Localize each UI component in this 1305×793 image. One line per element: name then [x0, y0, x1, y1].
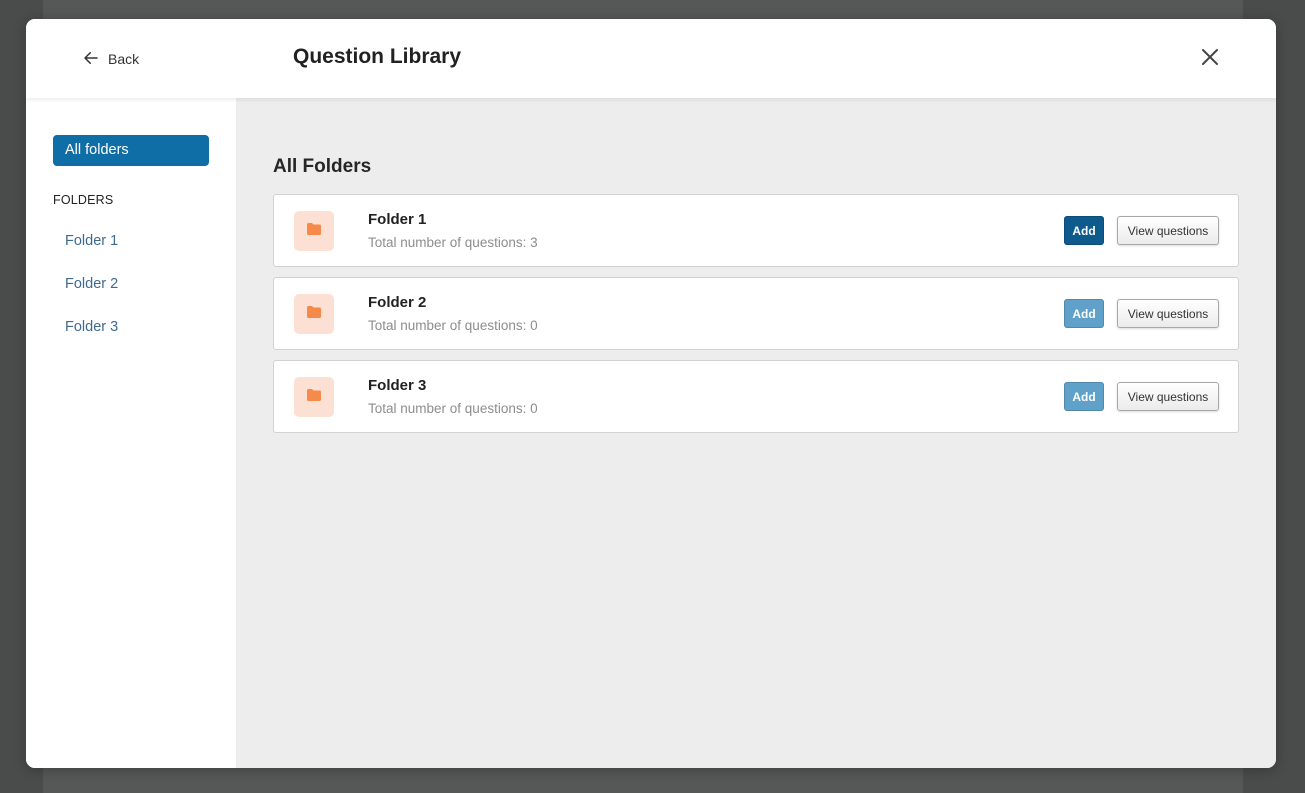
folder-icon	[307, 388, 321, 406]
folder-name: Folder 1	[368, 211, 427, 228]
folder-icon	[307, 305, 321, 323]
page-title: All Folders	[273, 156, 372, 177]
back-label: Back	[108, 51, 140, 67]
folder-name: Folder 3	[368, 377, 427, 394]
folder-name: Folder 2	[368, 294, 427, 311]
folder-icon	[307, 222, 321, 240]
folder-question-count: Total number of questions: 3	[368, 235, 538, 250]
sidebar-item-folder-1[interactable]: Folder 1	[65, 233, 118, 249]
arrow-left-icon	[82, 49, 100, 70]
view-questions-button[interactable]: View questions	[1117, 382, 1219, 411]
folder-question-count: Total number of questions: 0	[368, 401, 538, 416]
main-content: All Folders Folder 1 Total number of que…	[236, 98, 1276, 768]
sidebar-item-folder-2[interactable]: Folder 2	[65, 276, 118, 292]
close-button[interactable]	[1199, 48, 1221, 70]
add-button[interactable]: Add	[1064, 299, 1104, 328]
folder-icon-tile	[294, 377, 334, 417]
folder-card: Folder 1 Total number of questions: 3 Ad…	[273, 194, 1239, 267]
folder-icon-tile	[294, 294, 334, 334]
folder-question-count: Total number of questions: 0	[368, 318, 538, 333]
back-button[interactable]: Back	[82, 47, 139, 71]
add-button[interactable]: Add	[1064, 382, 1104, 411]
view-questions-button[interactable]: View questions	[1117, 216, 1219, 245]
close-icon	[1201, 48, 1219, 71]
folder-icon-tile	[294, 211, 334, 251]
question-library-modal: Back Question Library All folders FOLDER…	[26, 19, 1276, 768]
folder-card: Folder 2 Total number of questions: 0 Ad…	[273, 277, 1239, 350]
sidebar-item-all-folders[interactable]: All folders	[53, 135, 209, 166]
modal-title: Question Library	[293, 45, 462, 68]
folder-card: Folder 3 Total number of questions: 0 Ad…	[273, 360, 1239, 433]
sidebar: All folders FOLDERS Folder 1 Folder 2 Fo…	[26, 98, 236, 768]
sidebar-item-folder-3[interactable]: Folder 3	[65, 319, 118, 335]
add-button[interactable]: Add	[1064, 216, 1104, 245]
view-questions-button[interactable]: View questions	[1117, 299, 1219, 328]
sidebar-section-heading: FOLDERS	[53, 193, 114, 207]
modal-header: Back Question Library	[26, 19, 1276, 98]
